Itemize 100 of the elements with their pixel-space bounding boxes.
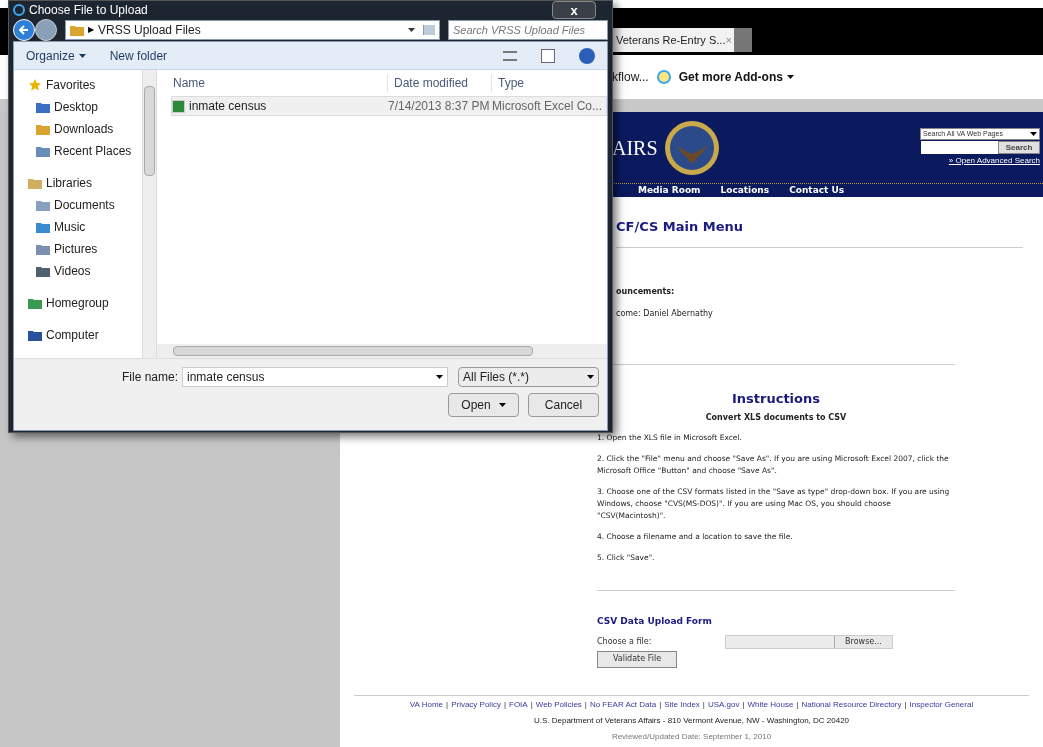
section-heading: Instructions [732, 389, 820, 408]
star-icon [28, 78, 42, 92]
nav-link[interactable]: Locations [720, 183, 770, 198]
favorites-bar-item[interactable]: kflow... [612, 68, 649, 86]
reviewed-date: Reviewed/Updated Date: September 1, 2010 [611, 731, 772, 743]
folder-icon [28, 177, 42, 189]
toolbar-button[interactable]: Organize [26, 46, 86, 65]
folder-icon [36, 199, 50, 211]
folder-icon [36, 243, 50, 255]
nav-group-item[interactable]: Libraries [28, 174, 142, 192]
folder-icon [70, 24, 84, 36]
search-field[interactable]: Search VRSS Upload Files [448, 20, 608, 40]
link-separator: | [446, 699, 449, 711]
footer-link[interactable]: Privacy Policy [451, 699, 501, 711]
back-button[interactable] [13, 19, 35, 41]
announcements-heading: ouncements: [616, 285, 676, 298]
close-button[interactable]: x [552, 1, 596, 19]
column-header[interactable]: Date modified [387, 74, 491, 92]
file-row[interactable]: inmate census 7/14/2013 8:37 PM Microsoft Excel Co... [171, 96, 607, 116]
link-separator: | [742, 699, 745, 711]
column-header[interactable]: Type [491, 74, 607, 92]
nav-link[interactable]: Media Room [638, 183, 701, 198]
link-separator: | [702, 699, 705, 711]
page-title: CF/CS Main Menu [616, 218, 745, 236]
link-separator: | [659, 699, 662, 711]
view-list-icon[interactable] [503, 50, 517, 61]
forward-button[interactable] [35, 19, 57, 41]
nav-link[interactable]: Contact Us [789, 183, 845, 198]
column-header[interactable]: Name [157, 74, 387, 92]
footer-link[interactable]: FOIA [509, 699, 528, 711]
search-button[interactable]: Search [998, 141, 1040, 154]
footer-link[interactable]: No FEAR Act Data [589, 699, 657, 711]
footer-link[interactable]: VA Home [409, 699, 444, 711]
caret-icon [1030, 132, 1037, 136]
nav-item[interactable]: Recent Places [28, 142, 142, 160]
caret-icon [436, 375, 444, 379]
spreadsheet-icon [172, 99, 185, 113]
caret-icon [408, 28, 415, 32]
nav-group-item[interactable]: Favorites [28, 76, 142, 94]
nav-item[interactable]: Videos [28, 262, 142, 280]
horizontal-scrollbar[interactable] [157, 344, 607, 358]
validate-button[interactable]: Validate File [597, 650, 677, 668]
file-input[interactable]: Browse... [725, 634, 893, 649]
vertical-scrollbar[interactable] [142, 70, 157, 358]
nav-group-item[interactable]: Homegroup [28, 294, 142, 312]
footer-link[interactable]: National Resource Directory [801, 699, 902, 711]
form-heading: CSV Data Upload Form [597, 615, 713, 628]
field-label: File name: [122, 369, 179, 386]
footer-link[interactable]: USA.gov [707, 699, 740, 711]
file-type: Microsoft Excel Co... [492, 98, 604, 115]
preview-pane-icon[interactable] [541, 48, 555, 63]
breadcrumb-arrow-icon: ▶ [88, 24, 94, 36]
link-separator: | [904, 699, 907, 711]
nav-item[interactable]: Desktop [28, 98, 142, 116]
address-bar[interactable]: ▶ VRSS Upload Files [65, 20, 440, 40]
folder-path: VRSS Upload Files [98, 22, 202, 39]
advanced-search-link[interactable]: » Open Advanced Search [948, 155, 1040, 167]
caret-icon [498, 403, 506, 407]
nav-item[interactable]: Pictures [28, 240, 142, 258]
caret-icon [786, 75, 794, 79]
refresh-icon [423, 25, 435, 35]
browser-logo-icon [13, 4, 25, 16]
footer-link[interactable]: Web Policies [535, 699, 582, 711]
welcome-text: come: Daniel Abernathy [616, 307, 714, 320]
caret-icon [587, 375, 594, 379]
folder-icon [36, 221, 50, 233]
folder-icon [28, 297, 42, 309]
browser-tab[interactable]: Veterans Re-Entry S...× [612, 28, 734, 52]
folder-icon [36, 265, 50, 277]
footer-link[interactable]: White House [747, 699, 794, 711]
cancel-button[interactable]: Cancel [528, 393, 599, 417]
open-split-button[interactable]: Open [448, 393, 519, 417]
banner-title: AIRS [612, 135, 658, 161]
help-icon[interactable] [579, 47, 595, 64]
site-search-field[interactable] [921, 141, 998, 154]
window-title: Choose File to Upload [29, 2, 148, 19]
footer-link[interactable]: Inspector General [909, 699, 974, 711]
toolbar-button[interactable]: New folder [109, 46, 168, 65]
file-date: 7/14/2013 8:37 PM [388, 98, 491, 115]
file-type-dropdown[interactable]: All Files (*.*) [458, 367, 599, 387]
file-name-field[interactable]: inmate census [182, 367, 449, 387]
nav-item[interactable]: Music [28, 218, 142, 236]
nav-group-item[interactable]: Computer [28, 326, 142, 344]
footer-link[interactable]: Site Index [664, 699, 700, 711]
link-separator: | [530, 699, 533, 711]
link-separator: | [584, 699, 587, 711]
field-label: Choose a file: [597, 635, 653, 648]
caret-icon [78, 53, 86, 58]
link-separator: | [503, 699, 506, 711]
left-arrow-icon [19, 25, 29, 35]
nav-item[interactable]: Documents [28, 196, 142, 214]
link-separator: | [796, 699, 799, 711]
folder-icon [36, 123, 50, 135]
footer-address: U.S. Department of Veterans Affairs - 810 Vermont Avenue, NW - Washington, DC 20420 [533, 715, 850, 727]
addons-menu[interactable]: Get more Add-ons [678, 68, 794, 86]
addons-icon [656, 70, 671, 84]
section-subheading: Convert XLS documents to CSV [705, 412, 847, 424]
nav-item[interactable]: Downloads [28, 120, 142, 138]
browse-button[interactable]: Browse... [834, 635, 892, 648]
folder-icon [28, 329, 42, 341]
